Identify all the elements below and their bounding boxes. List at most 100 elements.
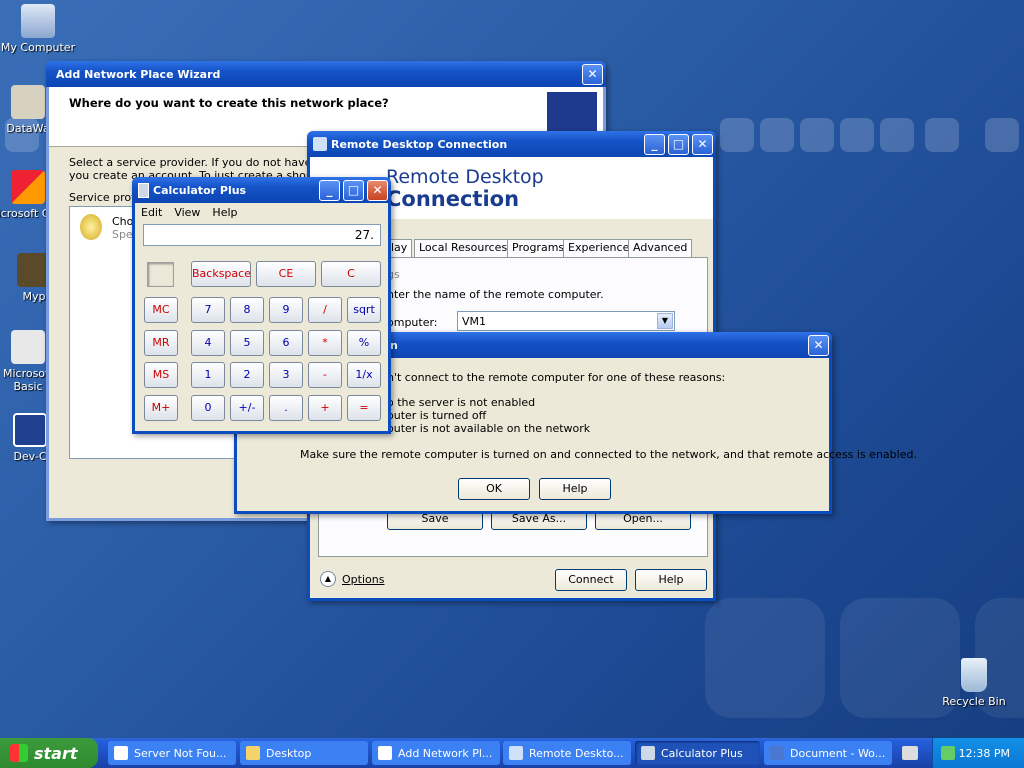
- wizard-titlebar[interactable]: Add Network Place Wizard ✕: [46, 61, 606, 87]
- start-button[interactable]: start: [0, 738, 98, 768]
- percent-button[interactable]: %: [347, 330, 381, 356]
- rdc-help-button[interactable]: Help: [635, 569, 707, 591]
- wizard-text-1: Select a service provider. If you do not…: [69, 156, 343, 169]
- wizard-heading: Where do you want to create this network…: [69, 96, 389, 110]
- digit-3-button[interactable]: 3: [269, 362, 303, 388]
- minimize-icon: _: [651, 137, 658, 151]
- desktop-icon-label: My Computer: [0, 41, 76, 54]
- rdc-titlebar[interactable]: Remote Desktop Connection _ □ ✕: [307, 131, 716, 157]
- task-server-not-found[interactable]: Server Not Fou...: [108, 741, 236, 765]
- sqrt-button[interactable]: sqrt: [347, 297, 381, 323]
- task-label: Desktop: [266, 746, 312, 760]
- taskbar: start Server Not Fou... Desktop Add Netw…: [0, 738, 1024, 768]
- remote-desktop-icon: [509, 746, 523, 760]
- recycle-bin-icon: [961, 658, 987, 692]
- multiply-button[interactable]: *: [308, 330, 342, 356]
- divide-button[interactable]: /: [308, 297, 342, 323]
- calc-minimize-button[interactable]: _: [319, 179, 340, 201]
- mc-button[interactable]: MC: [144, 297, 178, 323]
- rdc-close-button[interactable]: ✕: [692, 133, 713, 155]
- digit-1-button[interactable]: 1: [191, 362, 225, 388]
- tab-experience[interactable]: Experience: [563, 239, 635, 257]
- tab-programs[interactable]: Programs: [507, 239, 570, 257]
- desktop-icon-recycle-bin[interactable]: Recycle Bin: [934, 658, 1014, 708]
- task-remote-desktop[interactable]: Remote Deskto...: [503, 741, 631, 765]
- calc-titlebar[interactable]: Calculator Plus _ □ ✕: [132, 177, 391, 203]
- options-toggle[interactable]: ▲ Options: [320, 571, 384, 587]
- digit-7-button[interactable]: 7: [191, 297, 225, 323]
- computer-label: omputer:: [387, 316, 438, 329]
- calc-display-value: 27.: [354, 228, 374, 242]
- desktop-icon-label: Dev-C: [13, 450, 47, 463]
- plus-button[interactable]: +: [308, 395, 342, 421]
- clear-button[interactable]: C: [321, 261, 381, 287]
- minus-button[interactable]: -: [308, 362, 342, 388]
- sign-button[interactable]: +/-: [230, 395, 264, 421]
- digit-0-button[interactable]: 0: [191, 395, 225, 421]
- browser-icon: [114, 746, 128, 760]
- rdc-minimize-button[interactable]: _: [644, 133, 665, 155]
- keyboard-icon[interactable]: [902, 746, 918, 760]
- digit-4-button[interactable]: 4: [191, 330, 225, 356]
- computer-icon: [21, 4, 55, 38]
- computer-value: VM1: [462, 315, 487, 328]
- digit-2-button[interactable]: 2: [230, 362, 264, 388]
- clock[interactable]: 12:38 PM: [959, 747, 1010, 760]
- task-add-network-place[interactable]: Add Network Pl...: [372, 741, 500, 765]
- error-close-button[interactable]: ✕: [808, 334, 829, 356]
- close-icon: ✕: [372, 183, 383, 197]
- digit-8-button[interactable]: 8: [230, 297, 264, 323]
- visual-cpp-icon: [11, 170, 45, 204]
- computer-field[interactable]: VM1 ▼: [457, 311, 675, 331]
- error-help-button[interactable]: Help: [539, 478, 611, 500]
- desktop-icon-label: Recycle Bin: [942, 695, 1006, 708]
- task-desktop[interactable]: Desktop: [240, 741, 368, 765]
- task-label: Server Not Fou...: [134, 746, 227, 760]
- backspace-button[interactable]: Backspace: [191, 261, 251, 287]
- rdc-title: Remote Desktop Connection: [331, 137, 508, 151]
- decimal-button[interactable]: .: [269, 395, 303, 421]
- error-reason-2: outer is turned off: [387, 409, 487, 422]
- ce-button[interactable]: CE: [256, 261, 316, 287]
- tab-advanced[interactable]: Advanced: [628, 239, 693, 257]
- start-label: start: [34, 743, 78, 763]
- menu-help[interactable]: Help: [206, 203, 243, 221]
- wizard-close-button[interactable]: ✕: [582, 63, 603, 85]
- m-plus-button[interactable]: M+: [144, 395, 178, 421]
- visual-basic-icon: [11, 330, 45, 364]
- ok-button[interactable]: OK: [458, 478, 530, 500]
- error-reason-1: o the server is not enabled: [387, 396, 536, 409]
- rdc-maximize-button[interactable]: □: [668, 133, 689, 155]
- calc-menubar: Edit View Help: [135, 203, 244, 221]
- provider-icon: [80, 214, 102, 240]
- task-calculator-plus[interactable]: Calculator Plus: [635, 741, 760, 765]
- connect-button[interactable]: Connect: [555, 569, 627, 591]
- menu-edit[interactable]: Edit: [135, 203, 168, 221]
- rdc-banner-line1: Remote Desktop: [386, 166, 544, 188]
- menu-view[interactable]: View: [168, 203, 206, 221]
- calc-maximize-button[interactable]: □: [343, 179, 364, 201]
- digit-5-button[interactable]: 5: [230, 330, 264, 356]
- tab-local-resources[interactable]: Local Resources: [414, 239, 513, 257]
- task-label: Document - Wo...: [790, 746, 886, 760]
- calc-close-button[interactable]: ✕: [367, 179, 388, 201]
- calculator-window: Calculator Plus _ □ ✕ Edit View Help 27.…: [132, 177, 391, 434]
- rdc-instruction: nter the name of the remote computer.: [387, 288, 604, 301]
- close-icon: ✕: [587, 67, 598, 81]
- reciprocal-button[interactable]: 1/x: [347, 362, 381, 388]
- digit-9-button[interactable]: 9: [269, 297, 303, 323]
- folder-icon: [246, 746, 260, 760]
- desktop-icon-label: DataWa: [6, 122, 50, 135]
- memory-indicator: [147, 262, 174, 287]
- calculator-icon: [138, 182, 149, 198]
- desktop-icon-my-computer[interactable]: My Computer: [0, 4, 78, 54]
- digit-6-button[interactable]: 6: [269, 330, 303, 356]
- equals-button[interactable]: =: [347, 395, 381, 421]
- network-icon[interactable]: [941, 746, 955, 760]
- task-document[interactable]: Document - Wo...: [764, 741, 892, 765]
- ms-button[interactable]: MS: [144, 362, 178, 388]
- mr-button[interactable]: MR: [144, 330, 178, 356]
- word-document-icon: [770, 746, 784, 760]
- calculator-icon: [641, 746, 655, 760]
- dropdown-arrow-icon[interactable]: ▼: [657, 313, 673, 329]
